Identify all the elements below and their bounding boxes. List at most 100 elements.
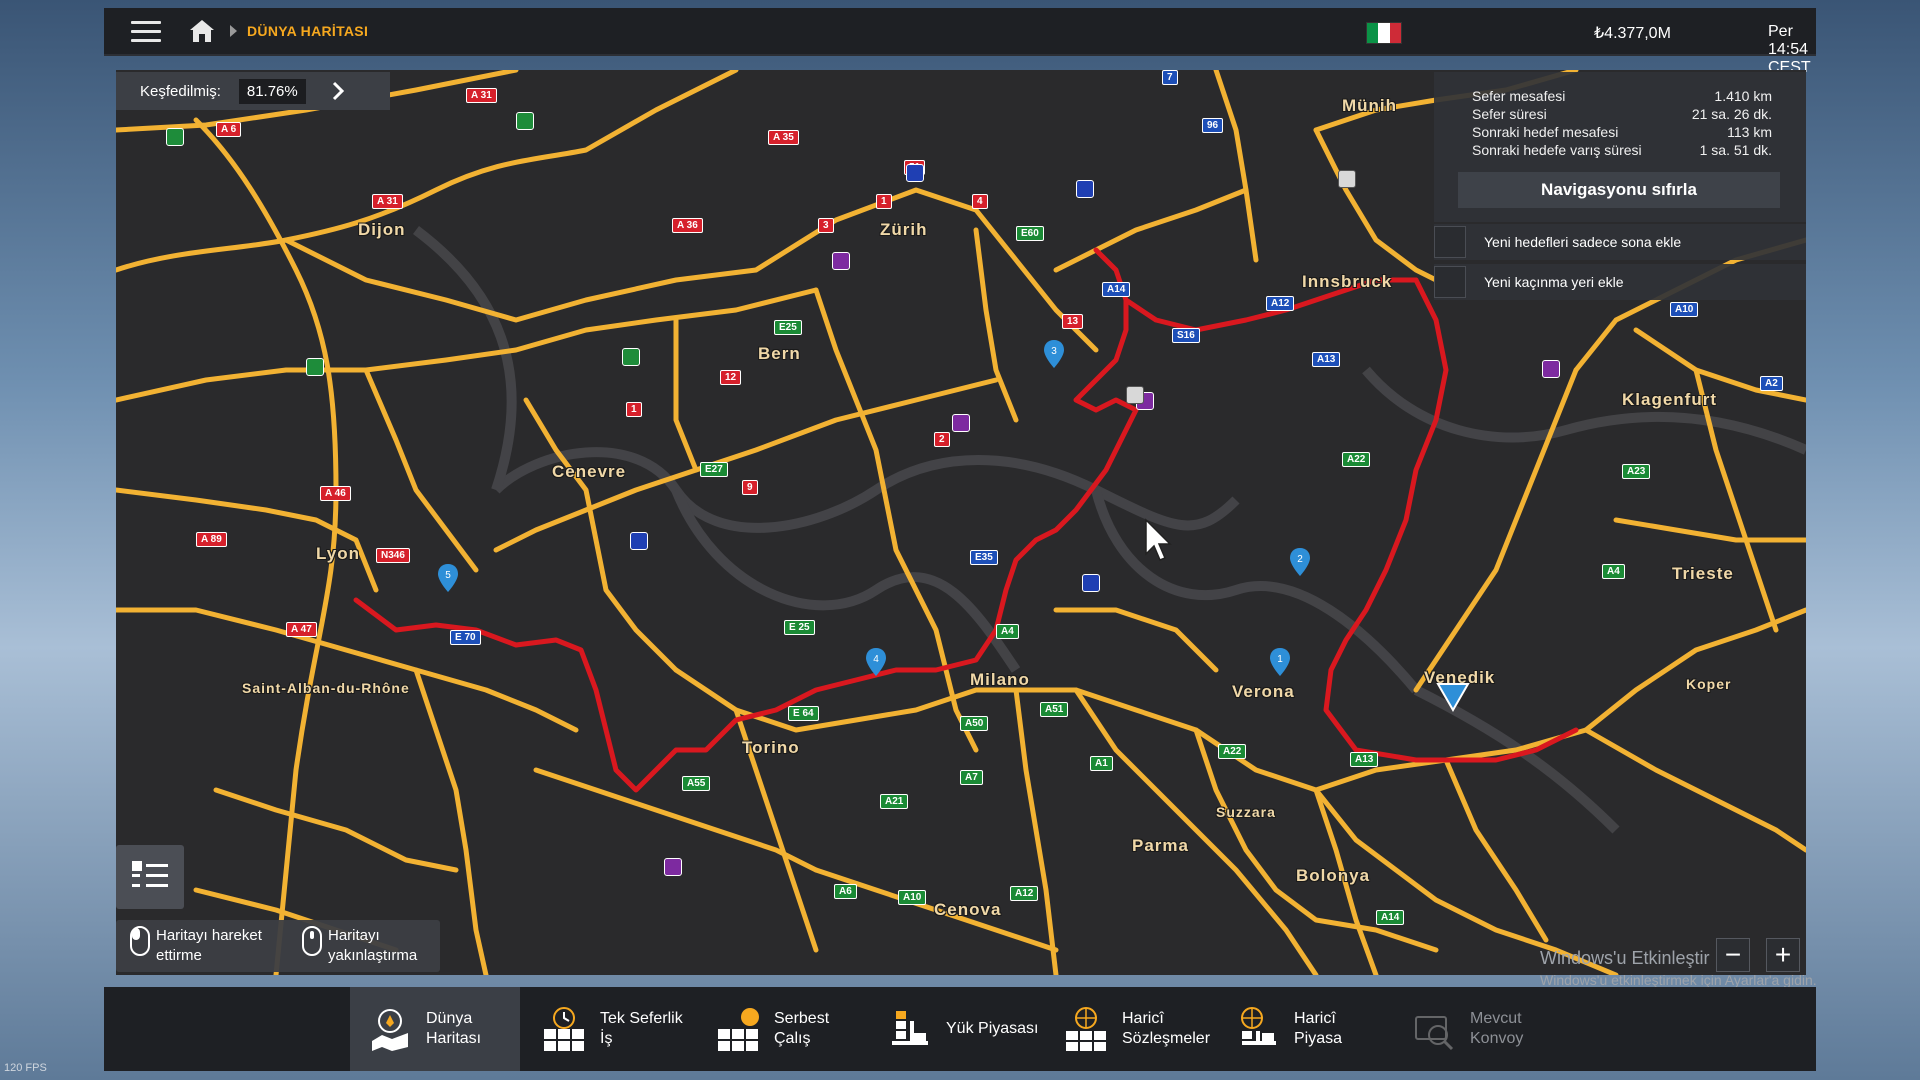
road-shield: A2 [1760, 376, 1783, 391]
road-shield: A23 [1622, 464, 1651, 479]
plus-icon: + [1774, 939, 1792, 970]
road-shield: A1 [1090, 756, 1113, 771]
company-icon [952, 414, 970, 432]
road-shield: A4 [996, 624, 1019, 639]
waypoint-3-icon[interactable]: 3 [1044, 340, 1064, 368]
road-shield: 3 [818, 218, 834, 233]
world-map-icon [366, 1005, 414, 1053]
option-add-avoid-point[interactable]: Yeni kaçınma yeri ekle [1434, 264, 1806, 300]
breadcrumb-current: DÜNYA HARİTASI [247, 23, 369, 39]
mouse-scroll-icon [302, 926, 322, 956]
explored-panel: Keşfedilmiş: 81.76% [116, 72, 390, 110]
chevron-right-icon[interactable] [326, 79, 350, 103]
road-shield: 2 [934, 432, 950, 447]
nav-free-work[interactable]: Serbest Çalış [708, 987, 878, 1071]
reset-navigation-button[interactable]: Navigasyonu sıfırla [1458, 172, 1780, 208]
legend-list-icon [132, 861, 168, 887]
waypoint-4-icon[interactable]: 4 [866, 648, 886, 676]
city-label-cenevre: Cenevre [552, 462, 627, 481]
nav-cargo-market-label: Yük Piyasası [946, 1020, 1039, 1037]
svg-text:2: 2 [1297, 554, 1303, 565]
city-label-klagenfurt: Klagenfurt [1622, 390, 1717, 409]
breadcrumb-chevron-icon [230, 25, 237, 37]
option-add-destinations-at-end[interactable]: Yeni hedefleri sadece sona ekle [1434, 224, 1806, 260]
road-shield: A22 [1218, 744, 1247, 759]
city-label-bolonya: Bolonya [1296, 866, 1371, 885]
globe-contracts-icon [1062, 1005, 1110, 1053]
route-row-next-distance: Sonraki hedef mesafesi 113 km [1472, 124, 1772, 140]
top-bar: DÜNYA HARİTASI ₺4.377,0M Per 14:54 CEST [104, 7, 1816, 76]
cargo-forklift-icon [886, 1005, 934, 1053]
fps-counter: 120 FPS [4, 1062, 47, 1074]
nav-external-contracts[interactable]: Haricî Sözleşmeler [1056, 987, 1236, 1071]
truck-dealer-icon [1082, 574, 1100, 592]
truck-dealer-icon [630, 532, 648, 550]
option-checkbox[interactable] [1434, 226, 1466, 258]
road-shield: A13 [1312, 352, 1341, 367]
city-label-innsbruck: Innsbruck [1302, 272, 1393, 291]
waypoint-5-icon[interactable]: 5 [438, 564, 458, 592]
city-label-verona: Verona [1232, 682, 1295, 701]
service-station-icon [306, 358, 324, 376]
city-label-suzzara: Suzzara [1216, 804, 1276, 820]
game-clock: Per 14:54 CEST [1768, 23, 1811, 76]
hint-zoom: Haritayı yakınlaştırma [302, 926, 448, 966]
nav-free-work-label: Serbest Çalış [774, 1010, 830, 1047]
road-shield: A4 [1602, 564, 1625, 579]
road-shield: A 36 [672, 218, 703, 233]
road-shield: 96 [1202, 118, 1224, 133]
city-label-cenova: Cenova [934, 900, 1002, 919]
road-shield: A22 [1342, 452, 1371, 467]
map-legend-button[interactable] [116, 845, 184, 909]
home-icon[interactable] [184, 13, 220, 49]
city-label-milano: Milano [970, 670, 1030, 689]
service-station-icon [516, 112, 534, 130]
svg-text:4: 4 [873, 654, 879, 665]
nav-current-convoy[interactable]: Mevcut Konvoy [1404, 987, 1584, 1071]
svg-text:5: 5 [445, 570, 451, 581]
nav-cargo-market[interactable]: Yük Piyasası [880, 987, 1070, 1071]
road-shield: 7 [1162, 70, 1178, 85]
city-label-parma: Parma [1132, 836, 1189, 855]
road-shield: A10 [1670, 302, 1699, 317]
road-shield: E 25 [784, 620, 815, 635]
road-shield: S16 [1172, 328, 1200, 343]
road-shield: A 89 [196, 532, 227, 547]
city-label-dijon: Dijon [358, 220, 406, 239]
truck-dealer-icon [1076, 180, 1094, 198]
waypoint-2-icon[interactable]: 2 [1290, 548, 1310, 576]
road-shield: 12 [720, 370, 742, 385]
waypoint-1-icon[interactable]: 1 [1270, 648, 1290, 676]
nav-external-market[interactable]: Haricî Piyasa [1228, 987, 1388, 1071]
road-shield: A 46 [320, 486, 351, 501]
road-shield: A13 [1350, 752, 1379, 767]
toll-gate-icon [1126, 386, 1144, 404]
nav-external-contracts-label: Haricî Sözleşmeler [1122, 1010, 1211, 1047]
minus-icon: − [1724, 939, 1742, 970]
city-label-koper: Koper [1686, 676, 1732, 692]
nav-single-job[interactable]: Tek Seferlik İş [534, 987, 704, 1071]
road-shield: A12 [1010, 886, 1039, 901]
nav-current-convoy-label: Mevcut Konvoy [1470, 1010, 1524, 1047]
city-label-trieste: Trieste [1672, 564, 1734, 583]
option-checkbox[interactable] [1434, 266, 1466, 298]
hamburger-menu-icon[interactable] [122, 7, 170, 55]
freight-icon [714, 1005, 762, 1053]
road-shield: A14 [1102, 282, 1131, 297]
service-station-icon [622, 348, 640, 366]
windows-activation-subtitle: Windows'u etkinleştirmek için Ayarlar'a … [1540, 972, 1817, 988]
truck-dealer-icon [906, 164, 924, 182]
nav-world-map-label: Dünya Haritası [426, 1010, 482, 1047]
zoom-in-button[interactable]: + [1766, 938, 1800, 972]
road-shield: N346 [376, 548, 410, 563]
road-shield: A12 [1266, 296, 1295, 311]
road-shield: A14 [1376, 910, 1405, 925]
city-label-torino: Torino [742, 738, 800, 757]
route-row-next-eta: Sonraki hedefe varış süresi 1 sa. 51 dk. [1472, 142, 1772, 158]
nav-single-job-label: Tek Seferlik İş [600, 1010, 683, 1047]
globe-market-icon [1234, 1005, 1282, 1053]
italy-flag-icon [1366, 22, 1402, 44]
nav-world-map[interactable]: Dünya Haritası [350, 987, 520, 1071]
mouse-drag-icon [130, 926, 150, 956]
zoom-out-button[interactable]: − [1716, 938, 1750, 972]
